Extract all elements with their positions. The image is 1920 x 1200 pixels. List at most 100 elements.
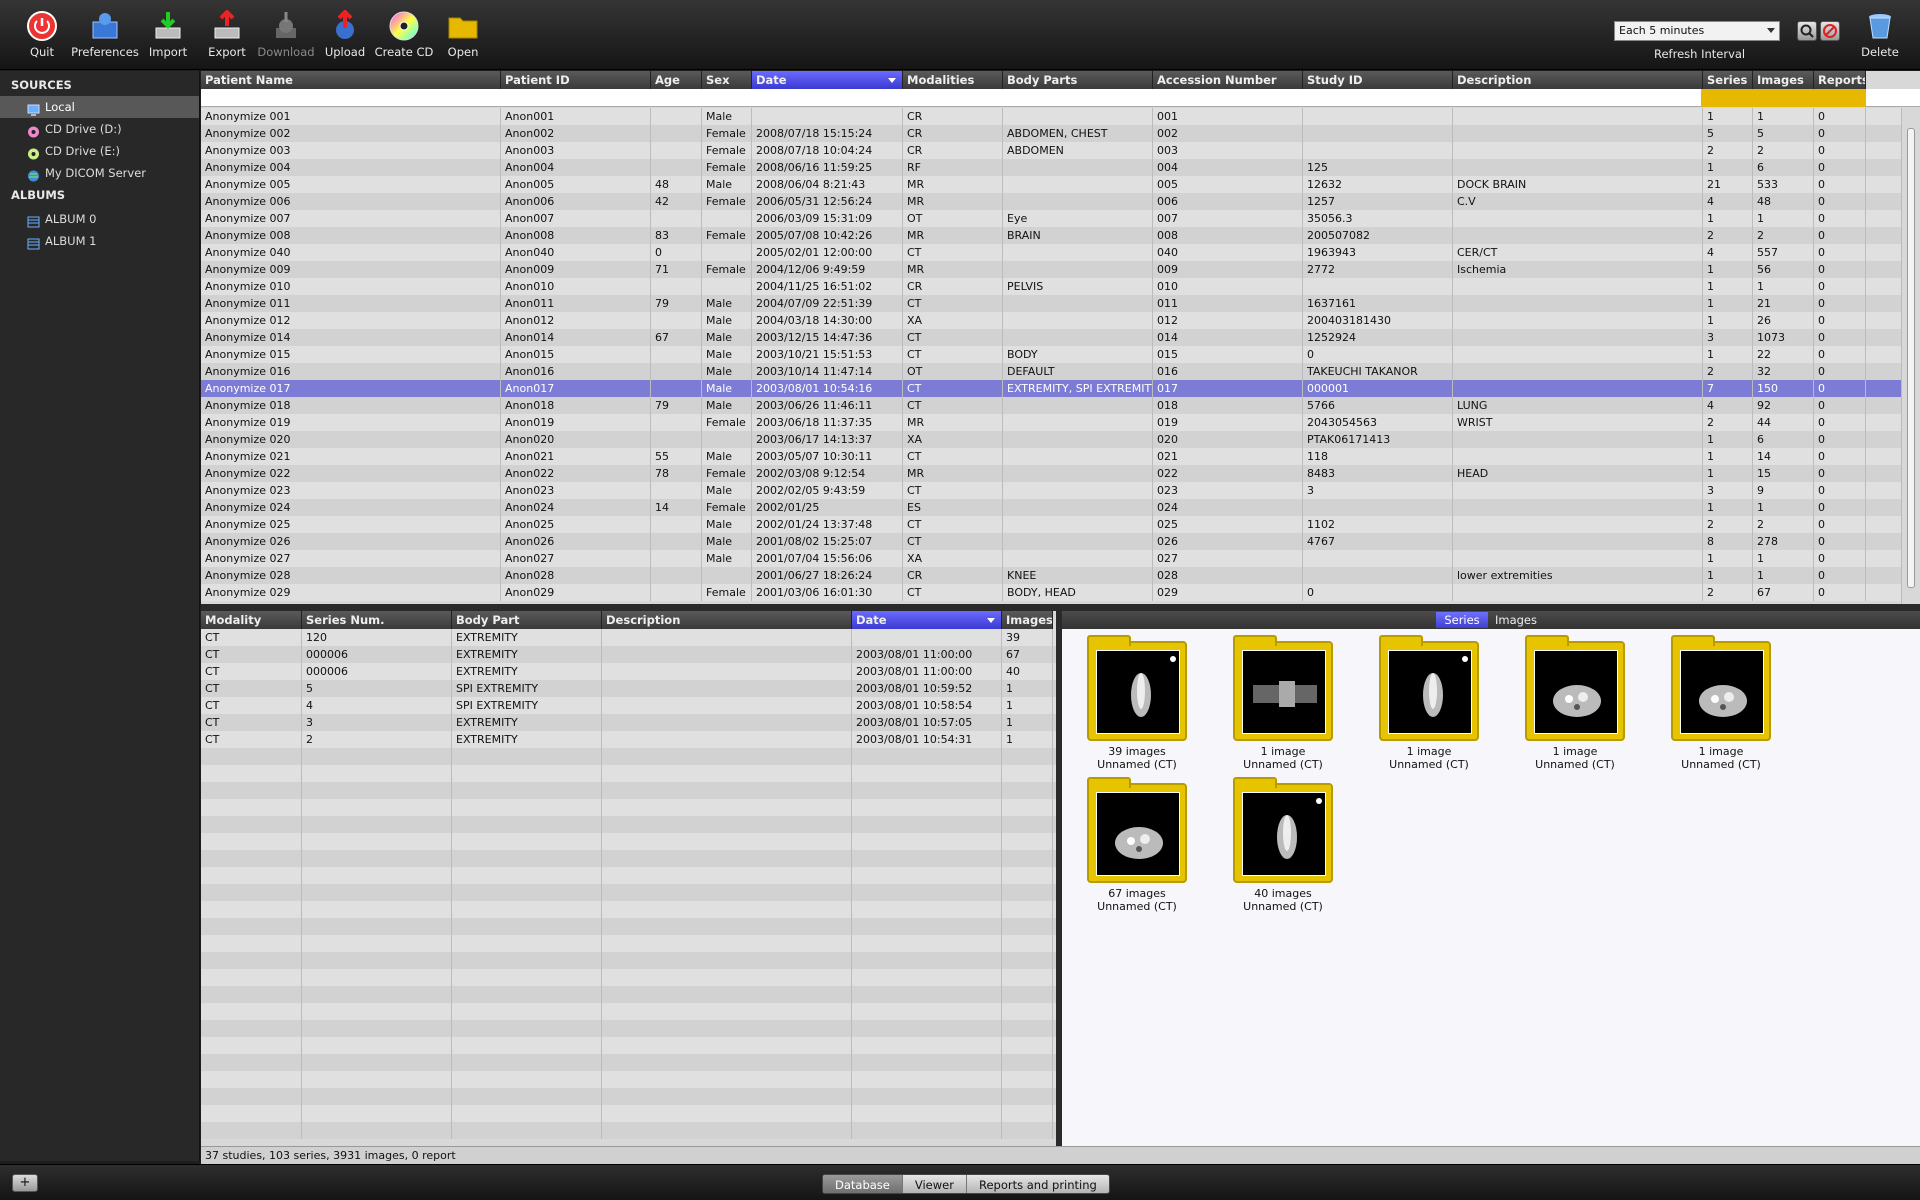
table-row[interactable]: CT 4 SPI EXTREMITY 2003/08/01 10:58:54 1 — [201, 697, 1056, 714]
table-row[interactable]: Anonymize 018 Anon018 79 Male 2003/06/26 11:… — [201, 397, 1901, 414]
empty-cell — [452, 952, 602, 969]
cell-description — [1453, 329, 1703, 346]
series-thumbnail[interactable]: 1 image Unnamed (CT) — [1374, 635, 1484, 791]
album-0[interactable]: ALBUM 0 — [0, 208, 199, 230]
table-row[interactable]: Anonymize 014 Anon014 67 Male 2003/12/15 14:… — [201, 329, 1901, 346]
column-header-body-part[interactable]: Body Part — [452, 611, 602, 629]
cell-age: 55 — [651, 448, 702, 465]
table-row[interactable]: Anonymize 007 Anon007 2006/03/09 15:31:09 O… — [201, 210, 1901, 227]
column-header-age[interactable]: Age — [651, 71, 702, 89]
filter-row[interactable] — [201, 89, 1920, 107]
table-row[interactable]: CT 000006 EXTREMITY 2003/08/01 11:00:00 40 — [201, 663, 1056, 680]
table-row[interactable]: Anonymize 025 Anon025 Male 2002/01/24 13:37… — [201, 516, 1901, 533]
column-header-patient-name[interactable]: Patient Name — [201, 71, 501, 89]
table-row[interactable]: Anonymize 010 Anon010 2004/11/25 16:51:02 C… — [201, 278, 1901, 295]
column-header-description[interactable]: Description — [602, 611, 852, 629]
table-row[interactable]: CT 2 EXTREMITY 2003/08/01 10:54:31 1 — [201, 731, 1056, 748]
column-header-description[interactable]: Description — [1453, 71, 1703, 89]
table-row[interactable]: Anonymize 026 Anon026 Male 2001/08/02 15:25… — [201, 533, 1901, 550]
cell-description: Ischemia — [1453, 261, 1703, 278]
empty-cell — [602, 1105, 852, 1122]
source-cd-d[interactable]: CD Drive (D:) — [0, 118, 199, 140]
table-row[interactable]: Anonymize 020 Anon020 2003/06/17 14:13:37 X… — [201, 431, 1901, 448]
series-thumbnail[interactable]: 40 images Unnamed (CT) — [1228, 777, 1338, 933]
table-row[interactable]: Anonymize 001 Anon001 Male CR 001 1 1 0 — [201, 108, 1901, 125]
column-header-series-num[interactable]: Series Num. — [302, 611, 452, 629]
refresh-interval-select[interactable]: Each 5 minutes — [1614, 21, 1780, 41]
table-row[interactable]: Anonymize 006 Anon006 42 Female 2006/05/31 1… — [201, 193, 1901, 210]
tab-images[interactable]: Images — [1490, 612, 1542, 628]
studies-scrollbar[interactable] — [1901, 108, 1920, 604]
series-thumbnail[interactable]: 39 images Unnamed (CT) — [1082, 635, 1192, 791]
scrollbar-thumb[interactable] — [1907, 128, 1915, 588]
source-cd-e[interactable]: CD Drive (E:) — [0, 140, 199, 162]
column-header-date[interactable]: Date — [752, 71, 903, 89]
folder-icon — [1087, 635, 1187, 741]
table-row[interactable]: Anonymize 017 Anon017 Male 2003/08/01 10:54… — [201, 380, 1901, 397]
series-thumbnail[interactable]: 1 image Unnamed (CT) — [1520, 635, 1630, 791]
column-header-date[interactable]: Date — [852, 611, 1002, 629]
table-row[interactable]: Anonymize 019 Anon019 Female 2003/06/18 11:… — [201, 414, 1901, 431]
table-row[interactable]: Anonymize 004 Anon004 Female 2008/06/16 11:… — [201, 159, 1901, 176]
table-row[interactable]: Anonymize 012 Anon012 Male 2004/03/18 14:30… — [201, 312, 1901, 329]
table-row[interactable]: CT 5 SPI EXTREMITY 2003/08/01 10:59:52 1 — [201, 680, 1056, 697]
preferences-button[interactable]: Preferences — [70, 10, 140, 59]
series-thumbnail[interactable]: 1 image Unnamed (CT) — [1228, 635, 1338, 791]
column-header-body-parts[interactable]: Body Parts — [1003, 71, 1153, 89]
column-header-images[interactable]: Images — [1002, 611, 1053, 629]
empty-cell — [302, 867, 452, 884]
source-local[interactable]: Local — [0, 96, 199, 118]
globe-icon — [27, 167, 40, 182]
delete-button[interactable]: Delete — [1845, 10, 1915, 59]
table-row[interactable]: CT 3 EXTREMITY 2003/08/01 10:57:05 1 — [201, 714, 1056, 731]
table-row[interactable]: Anonymize 022 Anon022 78 Female 2002/03/08 9… — [201, 465, 1901, 482]
column-header-patient-id[interactable]: Patient ID — [501, 71, 651, 89]
table-row[interactable]: Anonymize 024 Anon024 14 Female 2002/01/25 ES… — [201, 499, 1901, 516]
table-row[interactable]: Anonymize 003 Anon003 Female 2008/07/18 10:… — [201, 142, 1901, 159]
series-thumbnail[interactable]: 67 images Unnamed (CT) — [1082, 777, 1192, 933]
table-row[interactable]: Anonymize 005 Anon005 48 Male 2008/06/04 8:2… — [201, 176, 1901, 193]
column-header-images[interactable]: Images — [1753, 71, 1814, 89]
table-row[interactable]: Anonymize 023 Anon023 Male 2002/02/05 9:43:… — [201, 482, 1901, 499]
tab-database[interactable]: Database — [823, 1175, 903, 1193]
add-button[interactable]: + — [12, 1174, 38, 1192]
cell-age — [651, 159, 702, 176]
column-header-modality[interactable]: Modality — [201, 611, 302, 629]
cell-images: 278 — [1753, 533, 1814, 550]
album-1[interactable]: ALBUM 1 — [0, 230, 199, 252]
stop-button[interactable] — [1820, 21, 1840, 41]
thumbnail-count: 39 images — [1108, 745, 1166, 758]
tab-series[interactable]: Series — [1436, 612, 1488, 628]
column-header-series[interactable]: Series — [1703, 71, 1753, 89]
column-header-sex[interactable]: Sex — [702, 71, 752, 89]
table-row[interactable]: Anonymize 027 Anon027 Male 2001/07/04 15:56… — [201, 550, 1901, 567]
cell-date: 2003/06/17 14:13:37 — [752, 431, 903, 448]
table-row[interactable]: Anonymize 040 Anon040 0 2005/02/01 12:00:00… — [201, 244, 1901, 261]
table-row[interactable]: Anonymize 016 Anon016 Male 2003/10/14 11:47… — [201, 363, 1901, 380]
search-button[interactable] — [1797, 21, 1817, 41]
quit-button[interactable]: Quit — [7, 10, 77, 59]
table-row[interactable]: Anonymize 002 Anon002 Female 2008/07/18 15:… — [201, 125, 1901, 142]
cell-date: 2003/10/21 15:51:53 — [752, 346, 903, 363]
table-row[interactable]: Anonymize 021 Anon021 55 Male 2003/05/07 10:… — [201, 448, 1901, 465]
table-row[interactable]: Anonymize 011 Anon011 79 Male 2004/07/09 22:… — [201, 295, 1901, 312]
series-thumbnail[interactable]: 1 image Unnamed (CT) — [1666, 635, 1776, 791]
column-header-reports[interactable]: Reports — [1814, 71, 1866, 89]
horizontal-splitter[interactable] — [201, 604, 1920, 611]
table-row[interactable]: CT 000006 EXTREMITY 2003/08/01 11:00:00 67 — [201, 646, 1056, 663]
table-row[interactable]: Anonymize 015 Anon015 Male 2003/10/21 15:51… — [201, 346, 1901, 363]
table-row[interactable]: Anonymize 029 Anon029 Female 2001/03/06 16:… — [201, 584, 1901, 601]
tab-viewer[interactable]: Viewer — [903, 1175, 967, 1193]
column-header-study-id[interactable]: Study ID — [1303, 71, 1453, 89]
empty-cell — [852, 850, 1002, 867]
cell-modalities: XA — [903, 312, 1003, 329]
source-dicom-server[interactable]: My DICOM Server — [0, 162, 199, 184]
column-header-accession-number[interactable]: Accession Number — [1153, 71, 1303, 89]
table-row[interactable]: Anonymize 009 Anon009 71 Female 2004/12/06 9… — [201, 261, 1901, 278]
open-button[interactable]: Open — [428, 10, 498, 59]
column-header-modalities[interactable]: Modalities — [903, 71, 1003, 89]
table-row[interactable]: CT 120 EXTREMITY 39 — [201, 629, 1056, 646]
table-row[interactable]: Anonymize 028 Anon028 2001/06/27 18:26:24 C… — [201, 567, 1901, 584]
tab-reports[interactable]: Reports and printing — [967, 1175, 1109, 1193]
table-row[interactable]: Anonymize 008 Anon008 83 Female 2005/07/08 1… — [201, 227, 1901, 244]
